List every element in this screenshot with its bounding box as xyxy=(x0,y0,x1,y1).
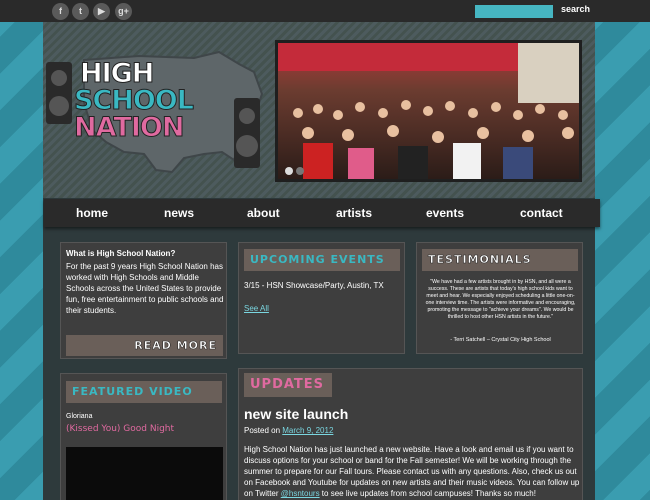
testimonials-panel: TESTIMONIALS "We have had a few artists … xyxy=(416,242,583,354)
slide-dot-1[interactable] xyxy=(285,167,293,175)
see-all-link[interactable]: See All xyxy=(244,303,269,314)
testimonials-title: TESTIMONIALS xyxy=(428,253,532,267)
logo[interactable]: HIGH SCHOOL NATION xyxy=(44,42,269,182)
post-body: High School Nation has just launched a n… xyxy=(244,444,582,499)
top-bar: f t ▶ g+ search xyxy=(0,0,650,22)
event-item: 3/15 - HSN Showcase/Party, Austin, TX xyxy=(244,281,384,290)
crowd-photo xyxy=(278,43,579,179)
nav-about[interactable]: about xyxy=(247,199,280,227)
events-title: UPCOMING EVENTS xyxy=(250,253,385,266)
youtube-icon[interactable]: ▶ xyxy=(93,3,110,20)
read-more-button[interactable]: READ MORE xyxy=(66,335,223,356)
nav-artists[interactable]: artists xyxy=(336,199,372,227)
post-title[interactable]: new site launch xyxy=(244,406,348,422)
testimonials-header: TESTIMONIALS xyxy=(422,249,578,271)
main-nav: home news about artists events contact xyxy=(44,199,600,227)
about-title: What is High School Nation? xyxy=(66,249,176,258)
facebook-icon[interactable]: f xyxy=(52,3,69,20)
events-panel: UPCOMING EVENTS 3/15 - HSN Showcase/Part… xyxy=(238,242,405,354)
about-panel: What is High School Nation? For the past… xyxy=(60,242,227,359)
twitter-handle-link[interactable]: @hsntours xyxy=(281,489,320,498)
logo-line-3: NATION xyxy=(73,112,184,144)
slide-dot-2[interactable] xyxy=(296,167,304,175)
read-more-label: READ MORE xyxy=(134,339,217,353)
nav-home[interactable]: home xyxy=(76,199,108,227)
search-input[interactable] xyxy=(475,5,553,18)
search-button[interactable]: search xyxy=(561,4,590,14)
testimonial-quote: "We have had a few artists brought in by… xyxy=(425,279,576,320)
posted-on-label: Posted on xyxy=(244,426,281,435)
updates-header: UPDATES xyxy=(244,373,332,397)
googleplus-icon[interactable]: g+ xyxy=(115,3,132,20)
video-artist: Gloriana xyxy=(66,413,93,420)
events-header: UPCOMING EVENTS xyxy=(244,249,400,271)
testimonial-author: - Terri Satchell – Crystal City High Sch… xyxy=(450,337,551,343)
post-meta: Posted on March 9, 2012 xyxy=(244,425,333,436)
video-song: (Kissed You) Good Night xyxy=(66,424,175,434)
updates-title: UPDATES xyxy=(250,377,325,392)
featured-video-panel: FEATURED VIDEO Gloriana (Kissed You) Goo… xyxy=(60,373,227,500)
about-text: For the past 9 years High School Nation … xyxy=(66,262,224,315)
nav-news[interactable]: news xyxy=(164,199,194,227)
photo-slideshow[interactable] xyxy=(275,40,582,182)
featured-header: FEATURED VIDEO xyxy=(66,381,222,403)
nav-contact[interactable]: contact xyxy=(520,199,563,227)
post-body-end: to see live updates from school campuses… xyxy=(319,489,536,498)
video-player[interactable] xyxy=(66,447,223,500)
twitter-icon[interactable]: t xyxy=(72,3,89,20)
updates-panel: UPDATES new site launch Posted on March … xyxy=(238,368,583,500)
featured-title: FEATURED VIDEO xyxy=(72,385,193,398)
nav-events[interactable]: events xyxy=(426,199,464,227)
post-date-link[interactable]: March 9, 2012 xyxy=(282,426,333,435)
